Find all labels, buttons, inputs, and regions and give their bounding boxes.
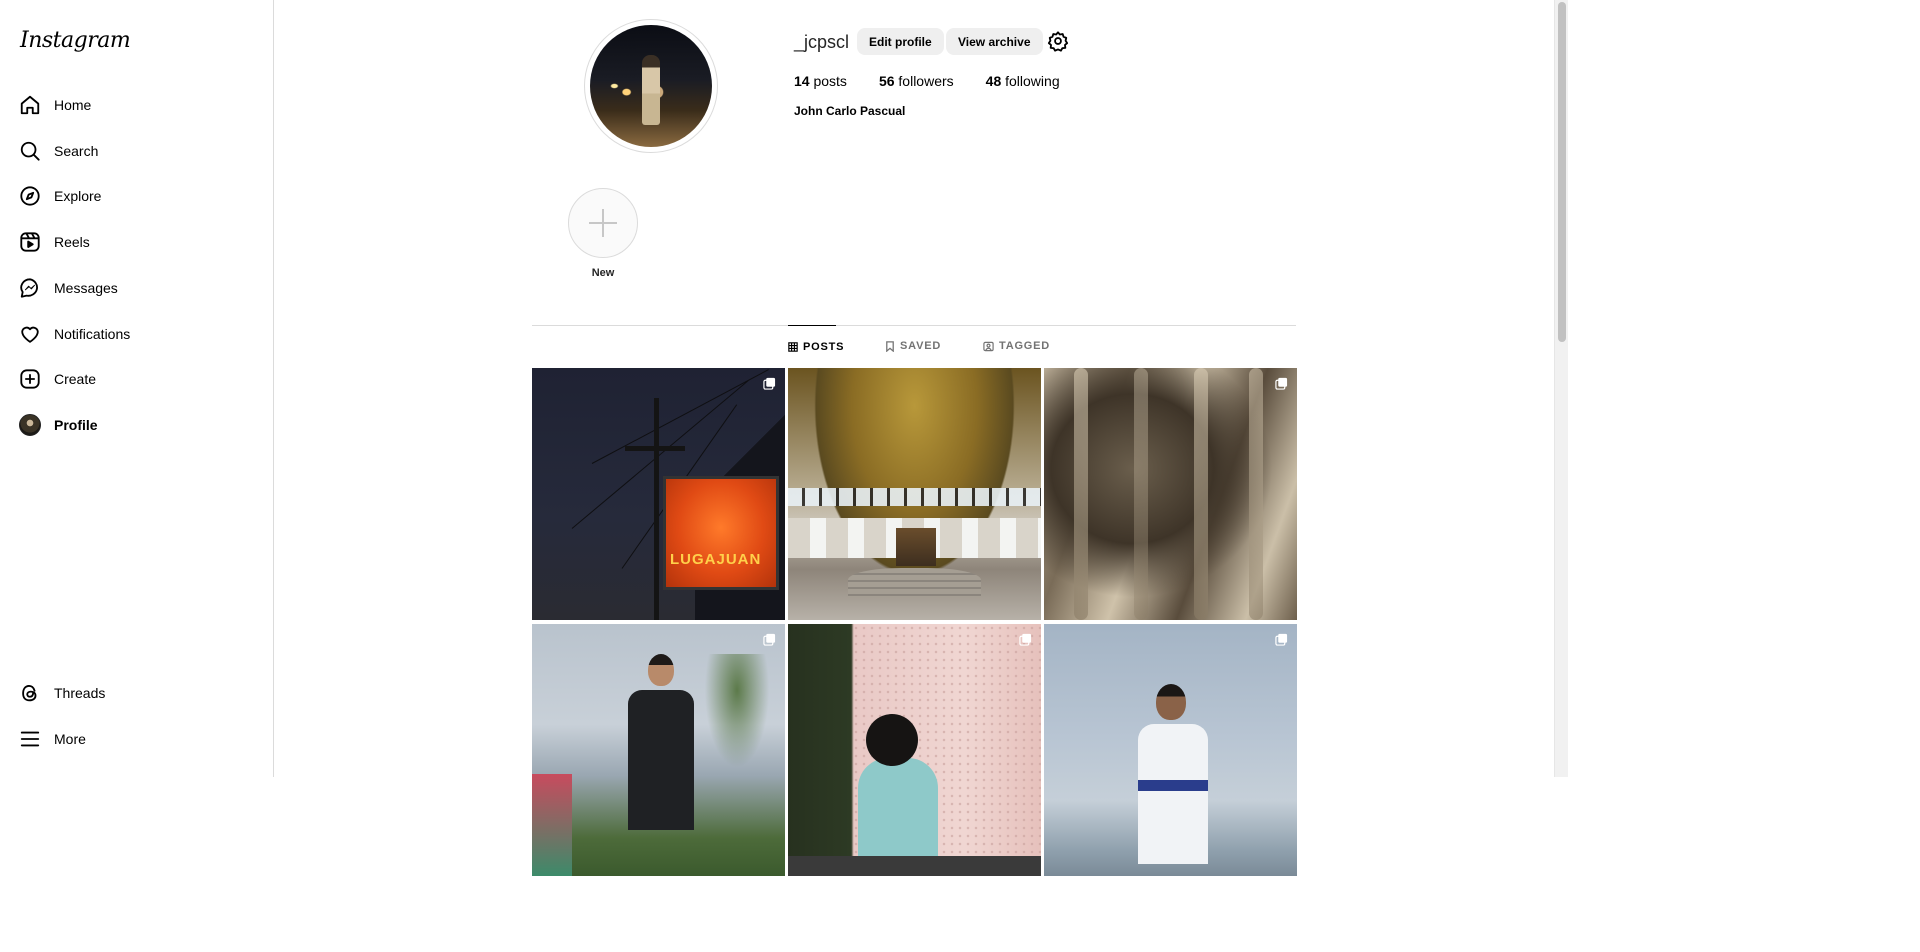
menu-icon [19, 728, 41, 750]
sidebar-item-label: Notifications [54, 326, 131, 342]
tab-label: SAVED [900, 340, 942, 352]
sidebar-item-create[interactable]: Create [12, 359, 262, 399]
tab-label: POSTS [803, 340, 845, 353]
heart-icon [19, 323, 41, 345]
profile-full-name: John Carlo Pascual [794, 104, 906, 118]
tab-label: TAGGED [999, 340, 1051, 352]
sidebar-item-messages[interactable]: Messages [12, 268, 262, 308]
scrollbar-thumb[interactable] [1558, 2, 1566, 342]
posts-label: posts [813, 73, 847, 89]
sidebar-item-notifications[interactable]: Notifications [12, 314, 262, 354]
tab-posts[interactable]: POSTS [788, 325, 843, 367]
carousel-icon [763, 633, 776, 646]
view-archive-button[interactable]: View archive [946, 28, 1043, 55]
sidebar-item-label: More [54, 731, 86, 747]
carousel-icon [1275, 633, 1288, 646]
new-highlight[interactable]: New [568, 188, 638, 279]
sidebar-item-label: Reels [54, 234, 90, 250]
threads-icon [19, 682, 41, 704]
sidebar-item-label: Home [54, 97, 92, 113]
post-thumbnail[interactable] [532, 624, 785, 876]
sidebar-item-label: Search [54, 143, 99, 159]
profile-username: _jcpscl [794, 32, 850, 52]
followers-count: 56 [878, 73, 895, 89]
instagram-logo[interactable]: Instagram [20, 28, 131, 53]
following-label: following [1005, 73, 1060, 89]
new-highlight-label: New [591, 267, 615, 279]
avatar [19, 414, 41, 436]
plus-icon [589, 209, 617, 237]
sidebar: Instagram Home Search Explore Reels Mess… [0, 0, 274, 777]
sidebar-item-label: Create [54, 371, 97, 387]
grid-icon [788, 341, 798, 352]
sidebar-item-threads[interactable]: Threads [12, 673, 262, 713]
posts-count: 14 [794, 73, 810, 89]
sidebar-item-label: Messages [54, 280, 118, 296]
profile-photo [590, 25, 712, 147]
messenger-icon [19, 277, 41, 299]
page-scrollbar[interactable] [1554, 0, 1568, 777]
home-icon [19, 94, 41, 116]
posts-stat: 14 posts [794, 73, 847, 89]
bookmark-icon [885, 340, 895, 352]
followers-label: followers [898, 73, 954, 89]
profile-avatar[interactable] [584, 19, 718, 153]
tag-icon [983, 341, 994, 352]
compass-icon [19, 185, 41, 207]
following-count: 48 [985, 73, 1002, 89]
following-stat[interactable]: 48 following [986, 73, 1060, 89]
sidebar-item-profile[interactable]: Profile [12, 405, 262, 445]
profile-stats: 14 posts 56 followers 48 following [794, 73, 1092, 89]
tab-saved[interactable]: SAVED [885, 325, 941, 367]
new-highlight-circle[interactable] [568, 188, 638, 258]
tab-tagged[interactable]: TAGGED [983, 325, 1050, 367]
sidebar-item-explore[interactable]: Explore [12, 176, 262, 216]
lugajuan-sign [663, 476, 779, 590]
sidebar-item-label: Explore [54, 188, 102, 204]
post-thumbnail[interactable] [1044, 624, 1297, 876]
carousel-icon [763, 377, 776, 390]
followers-stat[interactable]: 56 followers [879, 73, 954, 89]
plus-square-icon [19, 368, 41, 390]
sign-text: LUGAJUAN [670, 551, 762, 568]
post-thumbnail[interactable] [788, 624, 1041, 876]
sidebar-item-reels[interactable]: Reels [12, 222, 262, 262]
posts-grid: LUGAJUAN [532, 368, 1297, 876]
sidebar-item-search[interactable]: Search [12, 131, 262, 171]
carousel-icon [1275, 377, 1288, 390]
sidebar-item-label: Profile [54, 417, 98, 433]
carousel-icon [1019, 633, 1032, 646]
settings-gear-icon[interactable] [1047, 30, 1069, 52]
sidebar-item-more[interactable]: More [12, 719, 262, 759]
search-icon [19, 140, 41, 162]
edit-profile-button[interactable]: Edit profile [857, 28, 944, 55]
reels-icon [19, 231, 41, 253]
post-thumbnail[interactable]: LUGAJUAN [532, 368, 785, 620]
sidebar-item-home[interactable]: Home [12, 85, 262, 125]
post-thumbnail[interactable] [788, 368, 1041, 620]
sidebar-item-label: Threads [54, 685, 106, 701]
post-thumbnail[interactable] [1044, 368, 1297, 620]
